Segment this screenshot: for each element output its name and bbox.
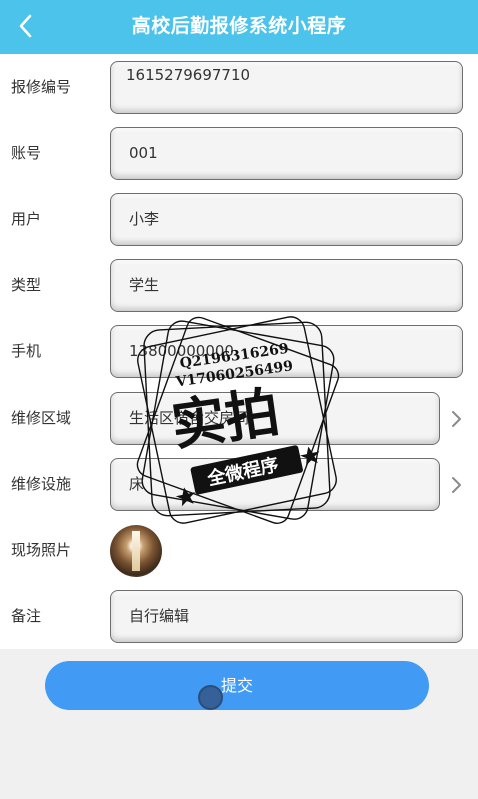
type-label: 类型: [11, 276, 42, 294]
remark-field[interactable]: 自行编辑: [110, 590, 463, 643]
bottom-area: 提交: [0, 649, 478, 799]
area-label: 维修区域: [11, 409, 72, 427]
area-select[interactable]: 生活区宿舍交房间: [110, 392, 440, 445]
user-field[interactable]: 小李: [110, 193, 463, 246]
account-field[interactable]: 001: [110, 127, 463, 180]
phone-row: 手机 13800000000: [0, 322, 478, 380]
user-row: 用户 小李: [0, 190, 478, 248]
chevron-right-icon[interactable]: [448, 475, 464, 495]
touch-indicator: [198, 685, 223, 710]
facility-label: 维修设施: [11, 475, 72, 493]
remark-row: 备注 自行编辑: [0, 587, 478, 645]
facility-select[interactable]: 床: [110, 458, 440, 511]
area-row[interactable]: 维修区域 生活区宿舍交房间: [0, 389, 478, 447]
repair-no-row: 报修编号 1615279697710: [0, 58, 478, 116]
facility-row[interactable]: 维修设施 床: [0, 455, 478, 513]
photo-label: 现场照片: [11, 541, 72, 559]
remark-label: 备注: [11, 607, 42, 625]
page-title: 高校后勤报修系统小程序: [131, 15, 347, 37]
account-label: 账号: [11, 144, 42, 162]
type-field[interactable]: 学生: [110, 259, 463, 312]
phone-field[interactable]: 13800000000: [110, 325, 463, 378]
user-label: 用户: [11, 210, 42, 228]
account-row: 账号 001: [0, 124, 478, 182]
submit-button[interactable]: 提交: [45, 661, 429, 710]
type-row: 类型 学生: [0, 256, 478, 314]
repair-no-field[interactable]: 1615279697710: [110, 61, 463, 114]
repair-form: 报修编号 1615279697710 账号 001 用户 小李 类型 学生 手机…: [0, 54, 478, 649]
phone-label: 手机: [11, 342, 42, 360]
photo-row: 现场照片: [0, 521, 478, 579]
nav-bar: 高校后勤报修系统小程序: [0, 0, 478, 54]
chevron-right-icon[interactable]: [448, 409, 464, 429]
site-photo-thumbnail[interactable]: [110, 525, 162, 577]
repair-no-label: 报修编号: [11, 78, 72, 96]
